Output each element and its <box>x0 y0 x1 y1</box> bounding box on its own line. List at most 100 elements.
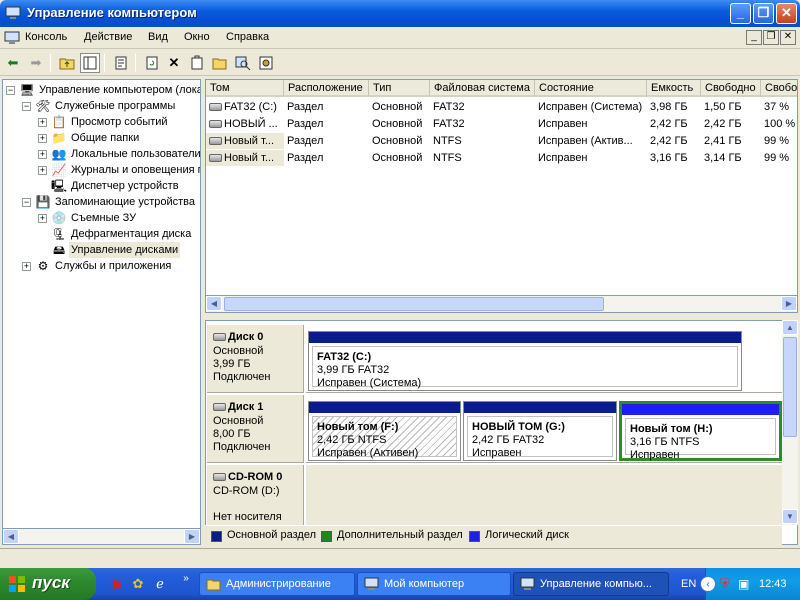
disk-type: Основной <box>213 415 264 427</box>
expand-icon[interactable]: + <box>38 214 47 223</box>
column-header[interactable]: Состояние <box>535 80 647 97</box>
network-icon[interactable]: ▣ <box>738 576 754 592</box>
show-hide-tree-icon[interactable] <box>80 53 100 73</box>
volume-name: Новый т... <box>224 135 274 147</box>
title-bar[interactable]: Управление компьютером _ ❐ ✕ <box>0 0 800 27</box>
scroll-up-arrow-icon[interactable]: ▲ <box>782 320 798 335</box>
scroll-right-arrow-icon[interactable]: ▶ <box>781 296 797 311</box>
column-header[interactable]: Свободно <box>701 80 761 97</box>
taskbar-button-administration[interactable]: Администрирование <box>199 572 355 596</box>
open-folder-icon[interactable] <box>210 53 230 73</box>
column-header[interactable]: Свобо <box>761 80 797 97</box>
expand-icon[interactable]: + <box>38 134 47 143</box>
tree-item[interactable]: − 🛠 Служебные программы <box>3 98 200 114</box>
collapse-icon[interactable]: − <box>6 86 15 95</box>
back-icon[interactable]: ⬅ <box>3 53 23 73</box>
tree-item[interactable]: + ⚙ Службы и приложения <box>3 258 200 274</box>
expand-icon[interactable]: + <box>38 150 47 159</box>
partition[interactable]: Новый том (H:) 3,16 ГБ NTFS Исправен <box>619 401 782 461</box>
mdi-restore-button[interactable]: ❐ <box>763 30 779 45</box>
column-header[interactable]: Емкость <box>647 80 701 97</box>
scroll-left-arrow-icon[interactable]: ◀ <box>206 296 222 311</box>
tree-horizontal-scrollbar[interactable]: ◀ ▶ <box>2 528 201 545</box>
scroll-thumb[interactable] <box>224 297 604 311</box>
settings-icon[interactable] <box>256 53 276 73</box>
close-button[interactable]: ✕ <box>776 3 797 24</box>
menu-window[interactable]: Окно <box>184 31 210 43</box>
quicklaunch-opera-icon[interactable]: ◉ <box>108 576 124 592</box>
tree-item[interactable]: + 📁 Общие папки <box>3 130 200 146</box>
partition-type-bar <box>464 402 616 413</box>
quicklaunch-app-icon[interactable]: ✿ <box>130 576 146 592</box>
menu-view[interactable]: Вид <box>148 31 168 43</box>
properties-icon[interactable] <box>111 53 131 73</box>
menu-console[interactable]: Консоль <box>25 31 67 43</box>
search-icon[interactable] <box>233 53 253 73</box>
expand-icon[interactable]: + <box>22 262 31 271</box>
scroll-right-arrow-icon[interactable]: ▶ <box>184 529 200 544</box>
minimize-button[interactable]: _ <box>730 3 751 24</box>
collapse-icon[interactable]: − <box>22 198 31 207</box>
disk-size: 8,00 ГБ <box>213 428 251 440</box>
scroll-thumb[interactable] <box>783 337 797 437</box>
legend-label-extended: Дополнительный раздел <box>337 529 463 541</box>
maximize-button[interactable]: ❐ <box>753 3 774 24</box>
tree-item[interactable]: + 💿 Съемные ЗУ <box>3 210 200 226</box>
delete-icon[interactable]: ✕ <box>164 53 184 73</box>
volume-row[interactable]: Новый т... Раздел Основной NTFS Исправен (Ак… <box>206 133 797 149</box>
column-header[interactable]: Расположение <box>284 80 369 97</box>
security-shield-icon[interactable]: ⛨ <box>720 576 734 592</box>
tree-item[interactable]: 🗜 Дефрагментация диска <box>3 226 200 242</box>
tree-item[interactable]: 🖳 Диспетчер устройств <box>3 178 200 194</box>
disk-icon <box>213 403 226 412</box>
expand-icon[interactable]: + <box>38 118 47 127</box>
partition[interactable]: FAT32 (C:) 3,99 ГБ FAT32 Исправен (Система… <box>308 331 742 391</box>
tree-item[interactable]: − 💾 Запоминающие устройства <box>3 194 200 210</box>
partition-body: Новый том (F:) 2,42 ГБ NTFS Исправен (Акти… <box>312 416 457 459</box>
disk-view-vertical-scrollbar[interactable]: ▲ ▼ <box>782 320 798 525</box>
partition-info: 3,16 ГБ NTFS <box>630 436 700 448</box>
tree-item[interactable]: + 👥 Локальные пользователи и <box>3 146 200 162</box>
column-header[interactable]: Том <box>206 80 284 97</box>
disk-info[interactable]: Диск 1 Основной 8,00 ГБ Подключен <box>207 395 304 463</box>
partition[interactable]: НОВЫЙ ТОМ (G:) 2,42 ГБ FAT32 Исправен <box>463 401 617 461</box>
tree-item[interactable]: + 📋 Просмотр событий <box>3 114 200 130</box>
tree-item[interactable]: + 📈 Журналы и оповещения пр <box>3 162 200 178</box>
quicklaunch-ie-icon[interactable]: ℯ <box>152 576 168 592</box>
tray-expand-icon[interactable]: ‹ <box>700 576 716 592</box>
users-icon: 👥 <box>51 147 67 161</box>
language-indicator[interactable]: EN <box>681 578 696 590</box>
export-icon[interactable] <box>187 53 207 73</box>
start-button[interactable]: пуск <box>0 568 96 600</box>
forward-icon[interactable]: ➡ <box>26 53 46 73</box>
column-header[interactable]: Тип <box>369 80 430 97</box>
volume-cell: 99 % <box>764 135 790 147</box>
disk-info[interactable]: Диск 0 Основной 3,99 ГБ Подключен <box>207 325 304 393</box>
taskbar-button-computer-management[interactable]: Управление компью... <box>513 572 669 596</box>
volume-cell: 2,41 ГБ <box>704 135 742 147</box>
mdi-minimize-button[interactable]: _ <box>746 30 762 45</box>
quicklaunch-expand-icon[interactable]: » <box>178 571 194 587</box>
volume-row[interactable]: НОВЫЙ ... Раздел Основной FAT32 Исправен 2,42… <box>206 116 797 132</box>
expand-icon[interactable]: + <box>38 166 47 175</box>
volume-row[interactable]: FAT32 (C:) Раздел Основной FAT32 Исправен (С… <box>206 99 797 115</box>
scroll-down-arrow-icon[interactable]: ▼ <box>782 509 798 524</box>
collapse-icon[interactable]: − <box>22 102 31 111</box>
volume-list-horizontal-scrollbar[interactable]: ◀ ▶ <box>205 295 798 313</box>
refresh-icon[interactable] <box>142 53 162 73</box>
menu-help[interactable]: Справка <box>226 31 269 43</box>
taskbar-button-my-computer[interactable]: Мой компьютер <box>357 572 511 596</box>
menu-action[interactable]: Действие <box>84 31 132 43</box>
partition[interactable]: Новый том (F:) 2,42 ГБ NTFS Исправен (Акти… <box>308 401 461 461</box>
scroll-left-arrow-icon[interactable]: ◀ <box>3 529 19 544</box>
partition-type-bar <box>309 402 460 413</box>
disk-graphical-view: Диск 0 Основной 3,99 ГБ Подключен FAT32 (C:)… <box>205 320 798 545</box>
volume-row[interactable]: Новый т... Раздел Основной NTFS Исправен 3,16… <box>206 150 797 166</box>
tree-item[interactable]: − 🖥 Управление компьютером (локаль <box>3 82 200 98</box>
partition-status: Исправен <box>630 449 680 461</box>
tree-item[interactable]: 🖴 Управление дисками <box>3 242 200 258</box>
tree-item-label: Общие папки <box>71 132 140 144</box>
up-folder-icon[interactable] <box>57 53 77 73</box>
column-header[interactable]: Файловая система <box>430 80 535 97</box>
mdi-close-button[interactable]: ✕ <box>780 30 796 45</box>
